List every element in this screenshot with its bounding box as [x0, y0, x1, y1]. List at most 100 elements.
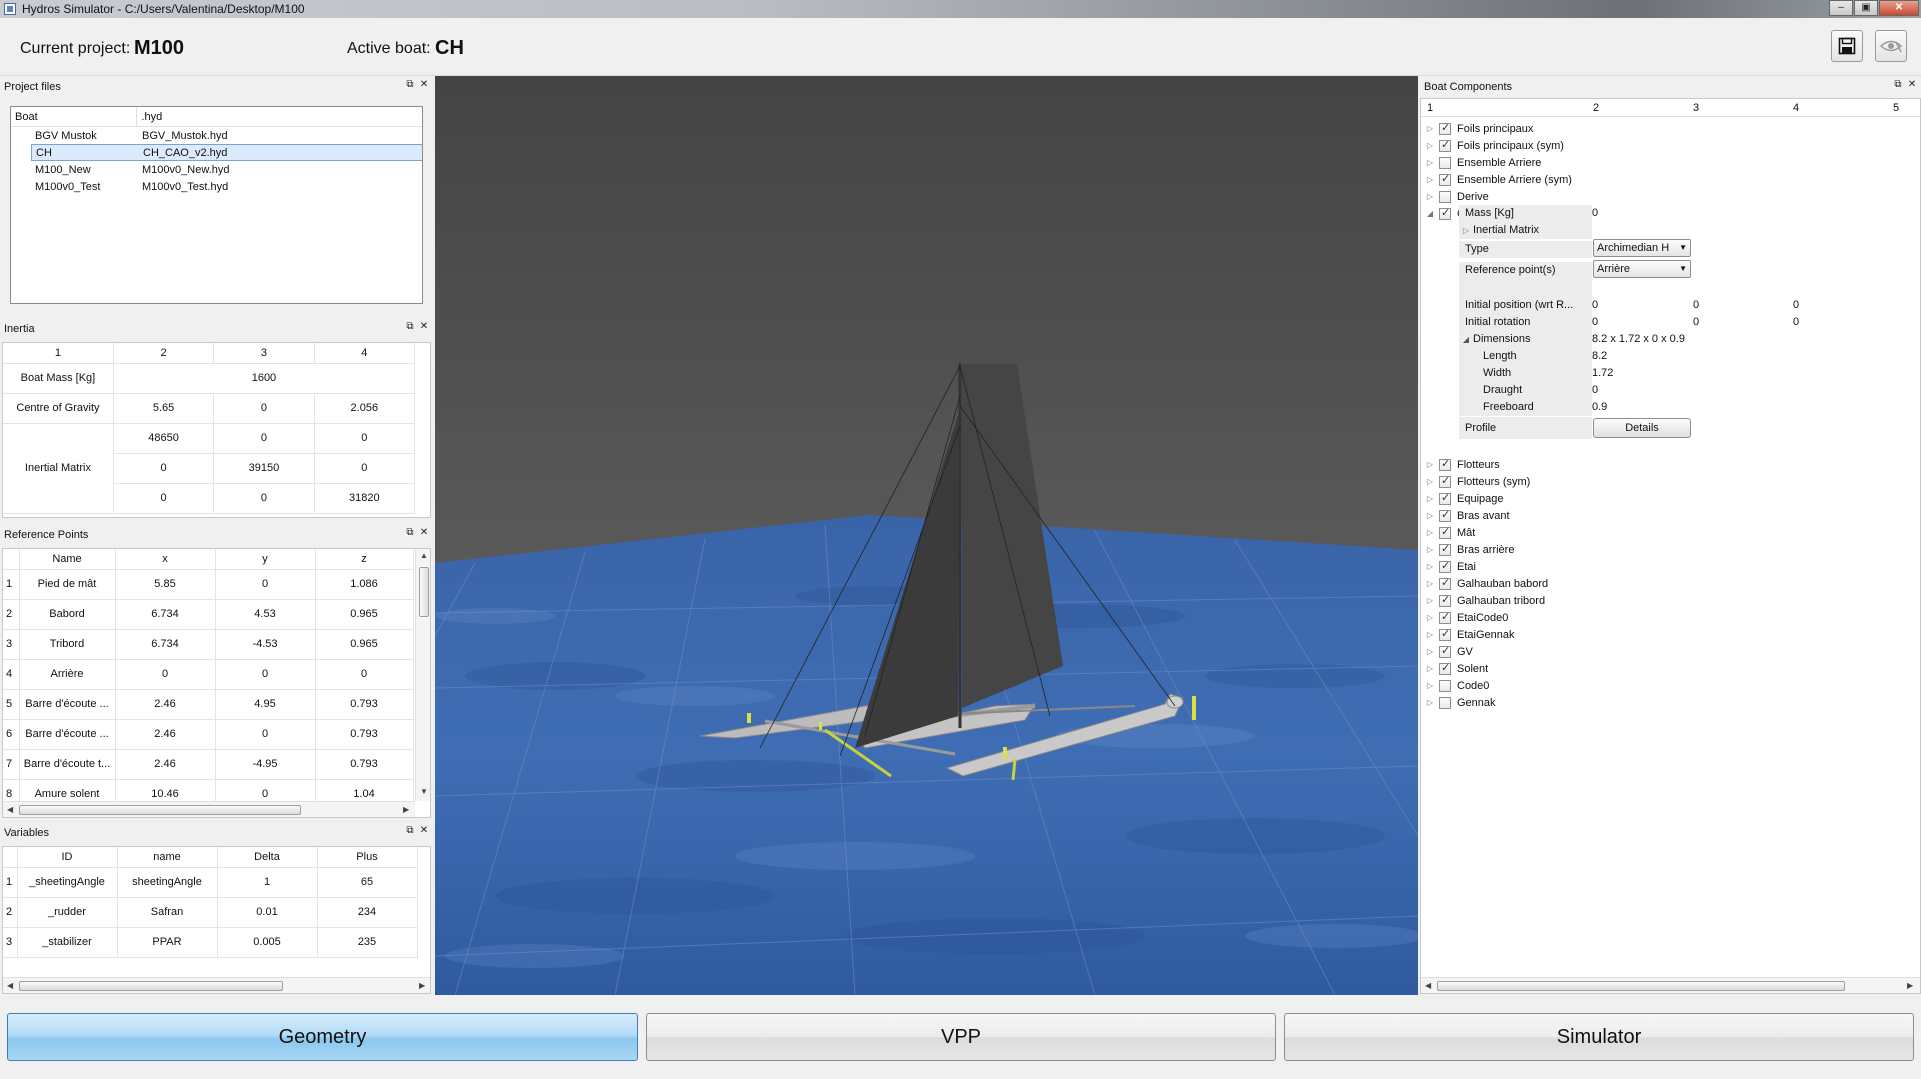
component-checkbox[interactable]	[1439, 679, 1451, 692]
matrix-cell[interactable]: 39150	[213, 453, 315, 484]
refpt-x-cell[interactable]: 5.85	[115, 569, 216, 600]
component-row[interactable]: ▷ Gennak	[1421, 694, 1920, 711]
refpt-z-cell[interactable]: 0.965	[315, 599, 414, 630]
close-window-button[interactable]: ✕	[1879, 0, 1919, 16]
type-select[interactable]: Archimedian H ▼	[1593, 239, 1691, 257]
close-panel-icon[interactable]: ✕	[419, 80, 429, 90]
matrix-cell[interactable]: 0	[113, 483, 215, 514]
refpt-row[interactable]: 4 Arrière 0 0 0	[3, 659, 414, 690]
component-checkbox[interactable]	[1439, 627, 1451, 641]
refpt-z-cell[interactable]: 0.965	[315, 629, 414, 660]
component-row[interactable]: ▷ Code0	[1421, 677, 1920, 694]
refpt-name-cell[interactable]: Barre d'écoute ...	[19, 719, 116, 750]
components-horizontal-scrollbar[interactable]: ◀ ▶	[1421, 977, 1920, 993]
refpt-col-name[interactable]: Name	[19, 549, 116, 570]
component-row[interactable]: ▷ Ensemble Arriere (sym)	[1421, 171, 1920, 188]
refpt-y-cell[interactable]: 0	[215, 659, 316, 690]
refpt-x-cell[interactable]: 6.734	[115, 599, 216, 630]
refpt-name-cell[interactable]: Barre d'écoute t...	[19, 749, 116, 780]
refpt-row[interactable]: 3 Tribord 6.734 -4.53 0.965	[3, 629, 414, 660]
width-value[interactable]: 1.72	[1592, 365, 1613, 382]
component-checkbox[interactable]	[1439, 661, 1451, 675]
refpt-vertical-scrollbar[interactable]: ▲ ▼	[415, 549, 430, 801]
refpt-z-cell[interactable]: 0.793	[315, 689, 414, 720]
project-file-row[interactable]: M100_New M100v0_New.hyd	[31, 161, 422, 178]
project-file-row[interactable]: CH CH_CAO_v2.hyd	[31, 144, 422, 161]
mass-value[interactable]: 0	[1592, 205, 1598, 222]
refpt-row[interactable]: 2 Babord 6.734 4.53 0.965	[3, 599, 414, 630]
component-checkbox[interactable]	[1439, 696, 1451, 709]
variable-plus-cell[interactable]: 234	[317, 897, 418, 928]
refpt-horizontal-scrollbar[interactable]: ◀ ▶	[3, 801, 415, 817]
variables-horizontal-scrollbar[interactable]: ◀ ▶	[3, 977, 430, 993]
component-row[interactable]: ▷ Galhauban babord	[1421, 575, 1920, 592]
component-row[interactable]: ▷ Bras avant	[1421, 507, 1920, 524]
inertia-col-3[interactable]: 3	[213, 343, 315, 364]
var-col-plus[interactable]: Plus	[317, 847, 418, 868]
refpt-col-y[interactable]: y	[215, 549, 316, 570]
component-row[interactable]: ▷ Mât	[1421, 524, 1920, 541]
inertia-col-2[interactable]: 2	[113, 343, 215, 364]
expand-arrow-icon[interactable]: ▷	[1425, 579, 1435, 588]
component-checkbox[interactable]	[1439, 593, 1451, 607]
initial-position-z[interactable]: 0	[1793, 297, 1799, 314]
var-col-name[interactable]: name	[117, 847, 218, 868]
refpt-row[interactable]: 1 Pied de mât 5.85 0 1.086	[3, 569, 414, 600]
project-file-row[interactable]: BGV Mustok BGV_Mustok.hyd	[31, 127, 422, 144]
component-row[interactable]: ▷ GV	[1421, 643, 1920, 660]
expand-arrow-icon[interactable]: ▷	[1425, 511, 1435, 520]
components-col-1[interactable]: 1	[1427, 102, 1433, 114]
expand-arrow-icon[interactable]: ▷	[1425, 175, 1435, 184]
var-col-delta[interactable]: Delta	[217, 847, 318, 868]
variable-id-cell[interactable]: _sheetingAngle	[17, 867, 118, 898]
component-checkbox[interactable]	[1439, 121, 1451, 135]
tab-simulator[interactable]: Simulator	[1284, 1013, 1914, 1061]
length-value[interactable]: 8.2	[1592, 348, 1607, 365]
expand-arrow-icon[interactable]: ▷	[1425, 664, 1435, 673]
initial-rotation-y[interactable]: 0	[1693, 314, 1699, 331]
refpt-row[interactable]: 5 Barre d'écoute ... 2.46 4.95 0.793	[3, 689, 414, 720]
component-row[interactable]: ▷ Foils principaux (sym)	[1421, 137, 1920, 154]
variable-plus-cell[interactable]: 235	[317, 927, 418, 958]
variable-delta-cell[interactable]: 0.005	[217, 927, 318, 958]
refpt-y-cell[interactable]: 0	[215, 569, 316, 600]
expand-arrow-icon[interactable]: ▷	[1425, 545, 1435, 554]
refpt-y-cell[interactable]: -4.53	[215, 629, 316, 660]
refpt-name-cell[interactable]: Arrière	[19, 659, 116, 690]
cog-y-cell[interactable]: 0	[213, 393, 315, 424]
close-panel-icon[interactable]: ✕	[419, 826, 429, 836]
expand-arrow-icon[interactable]: ▷	[1425, 613, 1435, 622]
cog-z-cell[interactable]: 2.056	[314, 393, 416, 424]
refpt-y-cell[interactable]: -4.95	[215, 749, 316, 780]
freeboard-value[interactable]: 0.9	[1592, 399, 1607, 416]
expand-arrow-icon[interactable]: ▷	[1425, 647, 1435, 656]
refpt-x-cell[interactable]: 2.46	[115, 689, 216, 720]
refpt-name-cell[interactable]: Babord	[19, 599, 116, 630]
inertia-col-4[interactable]: 4	[314, 343, 416, 364]
float-panel-icon[interactable]: ⧉	[405, 528, 415, 538]
project-file-row[interactable]: M100v0_Test M100v0_Test.hyd	[31, 178, 422, 195]
collapse-arrow-icon[interactable]: ◢	[1459, 331, 1473, 348]
refpt-name-cell[interactable]: Pied de mât	[19, 569, 116, 600]
minimize-button[interactable]: –	[1829, 0, 1853, 16]
tab-vpp[interactable]: VPP	[646, 1013, 1276, 1061]
var-col-id[interactable]: ID	[17, 847, 118, 868]
matrix-cell[interactable]: 0	[213, 483, 315, 514]
refpt-name-cell[interactable]: Tribord	[19, 629, 116, 660]
refpt-x-cell[interactable]: 2.46	[115, 749, 216, 780]
components-col-4[interactable]: 4	[1793, 102, 1799, 114]
refpt-x-cell[interactable]: 6.734	[115, 629, 216, 660]
initial-rotation-z[interactable]: 0	[1793, 314, 1799, 331]
refpt-row[interactable]: 7 Barre d'écoute t... 2.46 -4.95 0.793	[3, 749, 414, 780]
expand-arrow-icon[interactable]: ▷	[1425, 192, 1435, 201]
matrix-cell[interactable]: 0	[213, 423, 315, 454]
reference-point-select[interactable]: Arrière ▼	[1593, 260, 1691, 278]
variable-name-cell[interactable]: Safran	[117, 897, 218, 928]
float-panel-icon[interactable]: ⧉	[1893, 80, 1903, 90]
component-checkbox[interactable]	[1439, 172, 1451, 186]
variable-name-cell[interactable]: PPAR	[117, 927, 218, 958]
boat-mass-cell[interactable]: 1600	[113, 363, 416, 394]
refpt-x-cell[interactable]: 0	[115, 659, 216, 690]
component-row[interactable]: ▷ Equipage	[1421, 490, 1920, 507]
components-col-2[interactable]: 2	[1593, 102, 1599, 114]
